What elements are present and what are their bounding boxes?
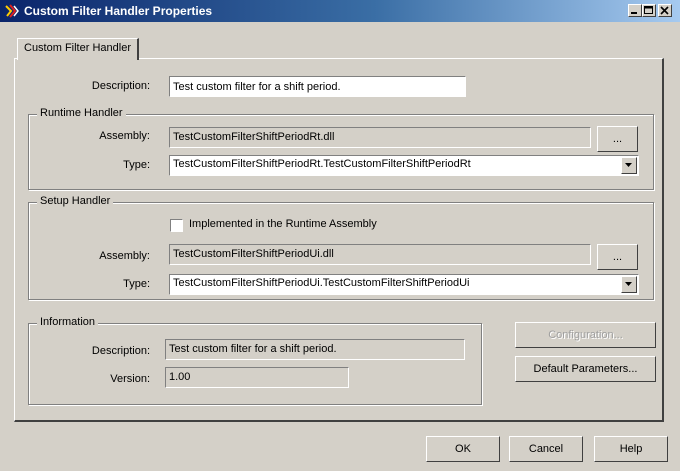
close-icon xyxy=(660,6,669,15)
maximize-button[interactable] xyxy=(642,4,656,17)
title-bar[interactable]: Custom Filter Handler Properties xyxy=(0,0,680,22)
tab-custom-filter-handler[interactable]: Custom Filter Handler xyxy=(17,38,139,60)
dialog-window: Custom Filter Handler Properties Custom … xyxy=(0,0,680,471)
minimize-icon xyxy=(631,12,637,14)
minimize-button[interactable] xyxy=(628,4,642,17)
app-icon[interactable] xyxy=(4,3,20,19)
maximize-icon xyxy=(644,6,653,14)
tab-panel xyxy=(14,58,664,422)
help-button[interactable]: Help xyxy=(594,436,668,462)
cancel-button[interactable]: Cancel xyxy=(509,436,583,462)
window-title: Custom Filter Handler Properties xyxy=(24,4,213,18)
ok-button[interactable]: OK xyxy=(426,436,500,462)
close-button[interactable] xyxy=(658,4,672,17)
